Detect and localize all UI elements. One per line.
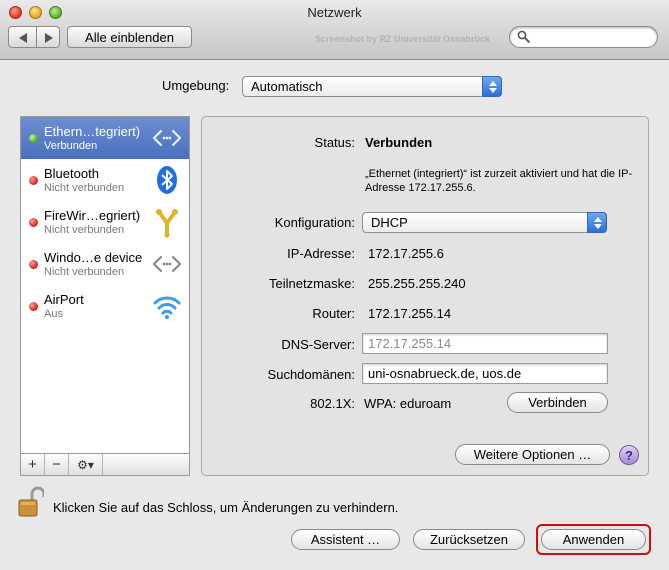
search-input[interactable] <box>509 26 658 48</box>
interface-item-windows-device[interactable]: Windo…e device Nicht verbunden <box>21 243 189 285</box>
arrow-left-icon <box>19 33 27 43</box>
environment-value: Automatisch <box>251 79 323 94</box>
interface-name: AirPort <box>44 292 84 307</box>
interface-list-toolbar: + − ⚙▾ <box>20 454 190 476</box>
ethernet-arrows-icon <box>152 255 182 273</box>
interface-item-firewire[interactable]: FireWir…egriert) Nicht verbunden <box>21 201 189 243</box>
arrow-right-icon <box>45 33 53 43</box>
configuration-popup[interactable]: DHCP <box>362 212 607 233</box>
watermark: Screenshot by RZ Universität Osnabrück <box>315 34 491 44</box>
environment-label: Umgebung: <box>162 78 230 93</box>
assistant-button[interactable]: Assistent … <box>291 529 400 550</box>
show-all-button[interactable]: Alle einblenden <box>67 26 192 48</box>
popup-arrows-icon <box>482 76 502 97</box>
popup-arrows-icon <box>587 212 607 233</box>
configuration-label: Konfiguration: <box>274 215 355 230</box>
firewire-icon <box>156 209 178 238</box>
router-label: Router: <box>312 306 355 321</box>
more-options-button[interactable]: Weitere Optionen … <box>455 444 610 465</box>
interface-name: Ethern…tegriert) <box>44 124 141 139</box>
airport-wifi-icon <box>153 296 181 319</box>
interface-status: Verbunden <box>44 140 98 152</box>
action-menu-button[interactable]: ⚙▾ <box>69 454 103 475</box>
subnet-mask-label: Teilnetzmaske: <box>269 276 355 291</box>
forward-button[interactable] <box>37 26 60 48</box>
interface-name: FireWir…egriert) <box>44 208 141 223</box>
interface-status: Nicht verbunden <box>44 266 125 278</box>
status-label: Status: <box>314 135 355 150</box>
interface-name: Bluetooth <box>44 166 99 181</box>
connected-status-icon <box>29 134 38 143</box>
disconnected-status-icon <box>29 176 38 185</box>
environment-popup[interactable]: Automatisch <box>242 76 502 97</box>
status-description: „Ethernet (integriert)“ ist zurzeit akti… <box>365 168 633 194</box>
interface-status: Nicht verbunden <box>44 224 125 236</box>
add-interface-button[interactable]: + <box>21 454 45 475</box>
dns-server-label: DNS-Server: <box>281 337 355 352</box>
ethernet-arrows-icon <box>152 129 182 147</box>
router-value: 172.17.255.14 <box>368 306 452 321</box>
ip-address-value: 172.17.255.6 <box>368 246 444 261</box>
configuration-value: DHCP <box>371 215 408 230</box>
interface-item-ethernet[interactable]: Ethern…tegriert) Verbunden <box>21 117 189 159</box>
disconnected-status-icon <box>29 302 38 311</box>
interface-item-bluetooth[interactable]: Bluetooth Nicht verbunden <box>21 159 189 201</box>
window-title: Netzwerk <box>307 5 362 20</box>
interface-name: Windo…e device <box>44 250 143 265</box>
help-button[interactable]: ? <box>619 445 639 465</box>
interface-status: Aus <box>44 308 63 320</box>
apply-button[interactable]: Anwenden <box>541 529 646 550</box>
disconnected-status-icon <box>29 218 38 227</box>
disconnected-status-icon <box>29 260 38 269</box>
8021x-label: 802.1X: <box>310 396 355 411</box>
ip-address-label: IP-Adresse: <box>287 246 355 261</box>
8021x-value: WPA: eduroam <box>364 396 452 411</box>
lock-hint-text: Klicken Sie auf das Schloss, um Änderung… <box>53 500 399 515</box>
dns-server-field[interactable]: 172.17.255.14 <box>362 333 608 354</box>
interface-item-airport[interactable]: AirPort Aus <box>21 285 189 327</box>
search-domains-field[interactable]: uni-osnabrueck.de, uos.de <box>362 363 608 384</box>
subnet-mask-value: 255.255.255.240 <box>368 276 466 291</box>
status-value: Verbunden <box>365 135 433 150</box>
search-icon <box>517 30 530 43</box>
reset-button[interactable]: Zurücksetzen <box>413 529 525 550</box>
bluetooth-icon <box>157 166 177 194</box>
connect-button[interactable]: Verbinden <box>507 392 608 413</box>
search-domains-label: Suchdomänen: <box>267 367 355 382</box>
lock-open-icon[interactable] <box>18 486 44 518</box>
remove-interface-button[interactable]: − <box>45 454 69 475</box>
back-button[interactable] <box>8 26 37 48</box>
interface-list[interactable]: Ethern…tegriert) Verbunden Bluetooth Nic… <box>20 116 190 454</box>
interface-status: Nicht verbunden <box>44 182 125 194</box>
